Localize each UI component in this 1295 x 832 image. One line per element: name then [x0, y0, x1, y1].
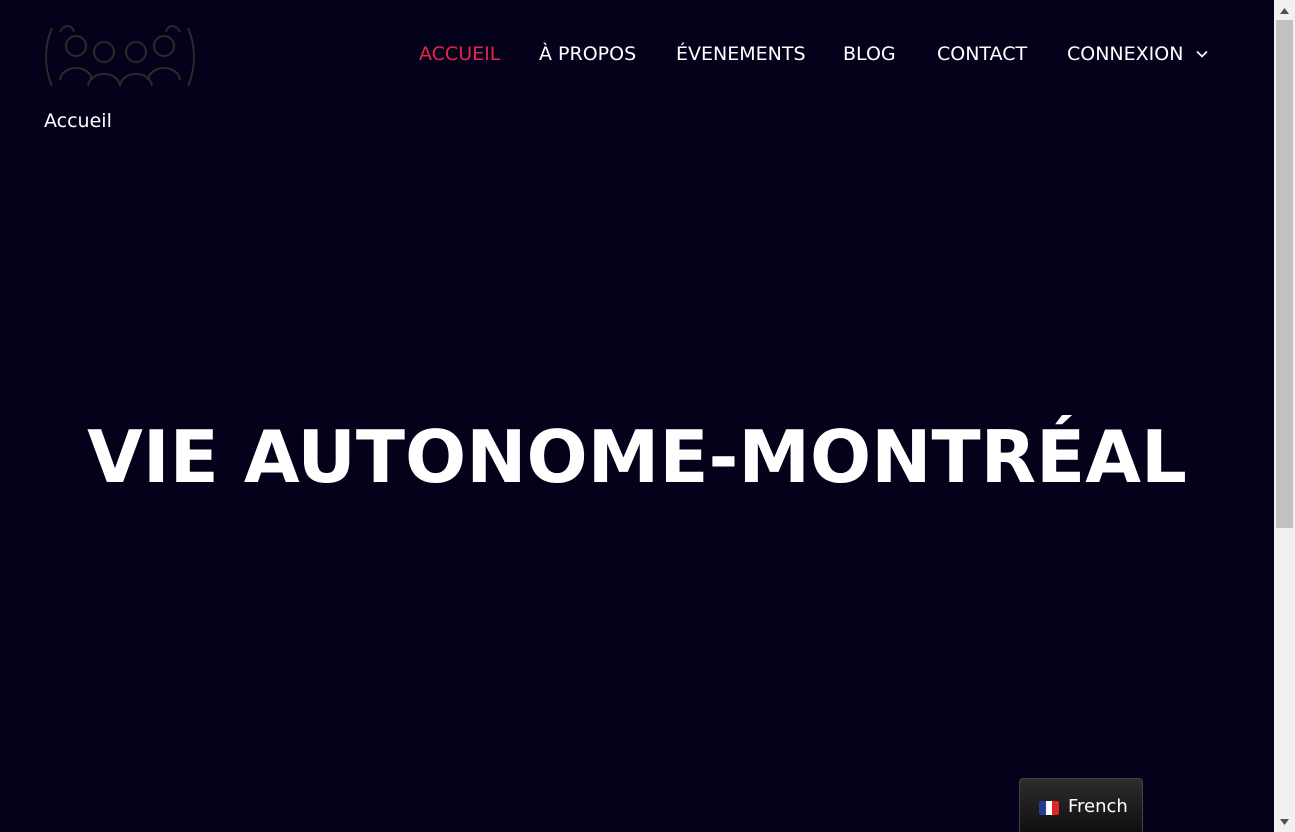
scroll-up-arrow-icon[interactable] [1274, 2, 1295, 19]
breadcrumb[interactable]: Accueil [44, 110, 112, 132]
chevron-down-icon [1196, 50, 1209, 58]
page: Accueil ACCUEIL À PROPOS ÉVENEMENTS BLOG… [0, 0, 1295, 832]
france-flag-icon [1039, 801, 1059, 815]
nav-item-a-propos[interactable]: À PROPOS [539, 43, 636, 65]
nav-item-connexion-label: CONNEXION [1067, 43, 1184, 65]
scrollbar-thumb[interactable] [1276, 20, 1293, 528]
logo[interactable] [42, 18, 198, 92]
nav-item-contact[interactable]: CONTACT [937, 43, 1027, 65]
vertical-scrollbar[interactable] [1274, 0, 1295, 832]
nav-item-connexion[interactable]: CONNEXION [1067, 43, 1209, 65]
nav-item-blog[interactable]: BLOG [843, 43, 896, 65]
hero-title: VIE AUTONOME-MONTRÉAL [87, 415, 1187, 499]
nav-item-accueil[interactable]: ACCUEIL [419, 43, 500, 65]
scroll-down-arrow-icon[interactable] [1274, 813, 1295, 830]
nav-item-evenements[interactable]: ÉVENEMENTS [676, 43, 806, 65]
language-label: French [1068, 796, 1128, 817]
language-switcher[interactable]: French [1019, 778, 1143, 832]
